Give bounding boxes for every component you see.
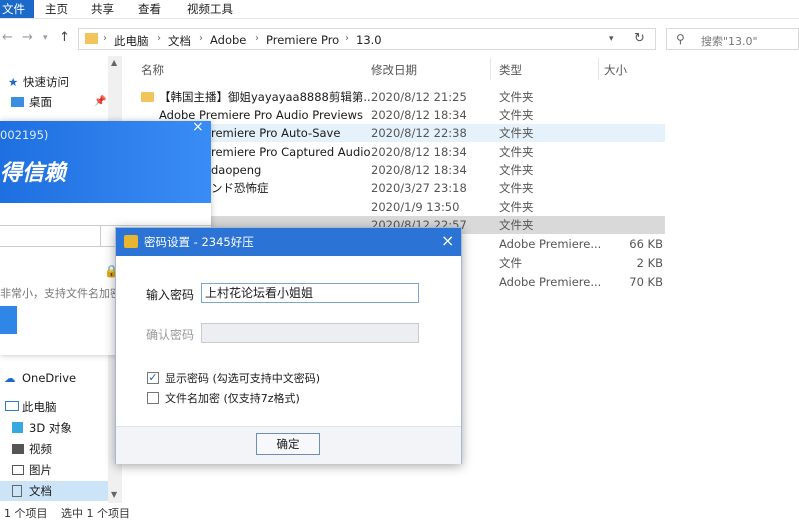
breadcrumb-premiere-pro[interactable]: Premiere Pro	[266, 33, 339, 47]
password-label: 输入密码	[146, 288, 195, 302]
chevron-down-icon[interactable]: ▾	[609, 34, 614, 44]
search-placeholder: 搜索"13.0"	[701, 35, 758, 48]
ok-button[interactable]: 确定	[256, 433, 320, 455]
tab-view[interactable]: 查看	[138, 1, 161, 17]
chevron-right-icon: ›	[255, 33, 259, 44]
close-icon[interactable]: ×	[441, 231, 454, 250]
file-row-selected[interactable]: remiere Pro Auto-Save 2020/8/12 22:38 文件…	[135, 124, 665, 142]
computer-icon	[5, 401, 19, 411]
file-row[interactable]: daopeng 2020/8/12 18:34 文件夹	[135, 161, 665, 179]
picture-icon	[12, 465, 24, 475]
tab-file[interactable]: 文件	[0, 0, 34, 18]
file-row[interactable]: 【韩国主播】御姐yayayaa8888剪辑第... 2020/8/12 21:2…	[135, 88, 665, 106]
column-divider	[598, 58, 599, 80]
file-row[interactable]: remiere Pro Captured Audio 2020/8/12 18:…	[135, 143, 665, 161]
folder-icon	[85, 33, 98, 44]
back-arrow-icon[interactable]: ←	[2, 30, 13, 45]
sidebar-item-videos[interactable]: 视频	[0, 439, 108, 459]
chevron-up-icon[interactable]: ▲	[111, 58, 117, 67]
sidebar-item-3d-objects[interactable]: 3D 对象	[0, 418, 108, 438]
confirm-password-label: 确认密码	[146, 328, 195, 342]
background-app-code: 002195)	[0, 128, 49, 142]
dialog-titlebar: 密码设置 - 2345好压 ×	[116, 228, 461, 256]
breadcrumb-this-pc[interactable]: 此电脑	[114, 33, 149, 49]
navigation-bar: ← → ▾ ↑ › 此电脑 › 文档 › Adobe › Premiere Pr…	[0, 24, 799, 54]
confirm-password-input[interactable]	[201, 323, 419, 343]
pin-icon[interactable]: 📌	[94, 92, 106, 112]
column-divider	[490, 58, 491, 80]
sidebar-item-desktop[interactable]: 桌面 📌	[0, 92, 108, 112]
show-password-label: 显示密码 (勾选可支持中文密码)	[165, 372, 321, 385]
up-arrow-icon[interactable]: ↑	[59, 30, 70, 45]
dialog-footer: 确定	[116, 426, 461, 464]
chevron-down-icon[interactable]: ▼	[111, 490, 117, 499]
tab-video-tools[interactable]: 视频工具	[187, 1, 233, 17]
breadcrumb-13[interactable]: 13.0	[356, 33, 382, 47]
sidebar-item-documents[interactable]: 文档	[0, 481, 108, 501]
address-bar[interactable]: › 此电脑 › 文档 › Adobe › Premiere Pro › 13.0…	[78, 28, 656, 50]
background-app-hint: 非常小，支持文件名加密	[0, 287, 121, 300]
sidebar-item-this-pc[interactable]: 此电脑	[0, 397, 108, 417]
dialog-body: 输入密码 上村花论坛看小姐姐 确认密码 ✓ 显示密码 (勾选可支持中文密码) 文…	[116, 256, 461, 426]
sidebar-item-pictures[interactable]: 图片	[0, 460, 108, 480]
password-dialog: 密码设置 - 2345好压 × 输入密码 上村花论坛看小姐姐 确认密码 ✓ 显示…	[115, 227, 462, 464]
chevron-right-icon: ›	[199, 33, 203, 44]
password-input[interactable]: 上村花论坛看小姐姐	[201, 283, 419, 303]
column-header-type[interactable]: 类型	[499, 62, 522, 78]
sidebar-item-onedrive[interactable]: ☁ OneDrive	[0, 368, 108, 388]
field-divider	[100, 226, 101, 246]
ribbon: 文件 主页 共享 查看 视频工具	[0, 0, 799, 19]
chevron-down-icon[interactable]: ▾	[43, 33, 48, 43]
file-row[interactable]: 2020/1/9 13:50 文件夹	[135, 198, 665, 216]
show-password-checkbox[interactable]: ✓	[147, 372, 159, 384]
app-logo-icon	[124, 235, 138, 248]
search-icon: ⚲	[676, 32, 685, 46]
desktop-icon	[11, 97, 24, 107]
file-row[interactable]: ンド恐怖症 2020/3/27 23:18 文件夹	[135, 179, 665, 197]
chevron-right-icon: ›	[345, 33, 349, 44]
chevron-right-icon: ›	[157, 33, 161, 44]
breadcrumb-documents[interactable]: 文档	[168, 33, 191, 49]
column-header-size[interactable]: 大小	[604, 62, 627, 78]
tab-home[interactable]: 主页	[45, 1, 68, 17]
refresh-icon[interactable]: ↻	[634, 31, 645, 46]
encrypt-filenames-checkbox[interactable]	[147, 392, 159, 404]
column-header-date[interactable]: 修改日期	[371, 62, 417, 78]
cloud-icon: ☁	[4, 371, 16, 385]
document-icon	[12, 485, 22, 497]
status-bar: 1 个项目 选中 1 个项目	[0, 504, 799, 520]
search-box[interactable]: ⚲ 搜索"13.0"	[666, 28, 799, 50]
breadcrumb-adobe[interactable]: Adobe	[210, 33, 246, 47]
forward-arrow-icon[interactable]: →	[22, 30, 33, 45]
background-app-headline: 得信赖	[0, 161, 67, 186]
sidebar-item-quick-access[interactable]: ★ 快速访问	[0, 72, 108, 92]
encrypt-filenames-label: 文件名加密 (仅支持7z格式)	[165, 392, 300, 405]
dialog-title: 密码设置 - 2345好压	[144, 235, 254, 249]
video-icon	[12, 444, 24, 454]
folder-icon	[141, 92, 154, 102]
chevron-right-icon: ›	[103, 33, 107, 44]
close-icon[interactable]: ×	[192, 119, 204, 135]
column-header-name[interactable]: 名称	[141, 62, 164, 78]
background-app-header: 002195) 得信赖 ×	[0, 119, 211, 203]
background-app-button[interactable]	[0, 306, 17, 334]
star-icon: ★	[8, 75, 19, 89]
tab-share[interactable]: 共享	[91, 1, 114, 17]
file-row[interactable]: Adobe Premiere Pro Audio Previews 2020/8…	[135, 106, 665, 124]
cube-icon	[12, 422, 23, 433]
